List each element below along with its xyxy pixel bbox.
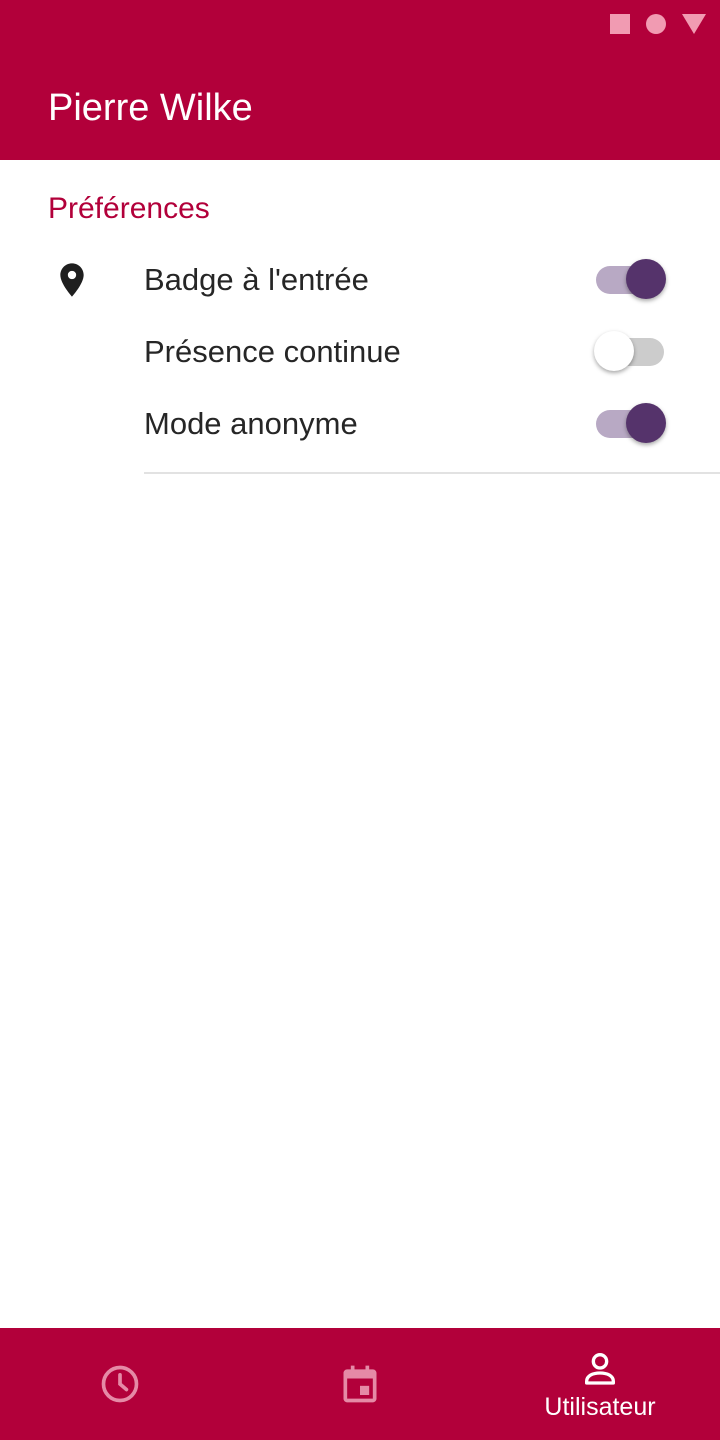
circle-icon (646, 14, 666, 34)
section-title: Préférences (48, 192, 210, 225)
preference-label: Badge à l'entrée (144, 262, 369, 297)
calendar-icon (343, 1365, 377, 1403)
anonymous-toggle[interactable] (596, 402, 668, 446)
toggle-thumb (626, 403, 666, 443)
user-icon (585, 1353, 615, 1385)
preference-row-presence: Présence continue (144, 316, 720, 388)
bottom-nav: Utilisateur (0, 1328, 720, 1440)
presence-toggle[interactable] (594, 330, 668, 374)
nav-item-history[interactable] (0, 1328, 240, 1440)
square-icon (610, 14, 630, 34)
app-bar: Pierre Wilke (0, 0, 720, 160)
nav-label-user: Utilisateur (544, 1393, 656, 1421)
preference-label: Mode anonyme (144, 406, 358, 441)
nav-item-user[interactable]: Utilisateur (480, 1328, 720, 1440)
divider (144, 472, 720, 474)
nav-item-calendar[interactable] (240, 1328, 480, 1440)
clock-icon (101, 1365, 139, 1403)
badge-toggle[interactable] (596, 258, 668, 302)
location-pin-icon (60, 263, 84, 297)
toggle-thumb (626, 259, 666, 299)
triangle-icon (682, 14, 706, 34)
preference-label: Présence continue (144, 334, 401, 369)
preference-row-badge: Badge à l'entrée (144, 244, 720, 316)
page-title: Pierre Wilke (48, 87, 253, 129)
toggle-thumb (594, 331, 634, 371)
preference-row-anonymous: Mode anonyme (144, 388, 720, 460)
status-bar (594, 14, 706, 34)
